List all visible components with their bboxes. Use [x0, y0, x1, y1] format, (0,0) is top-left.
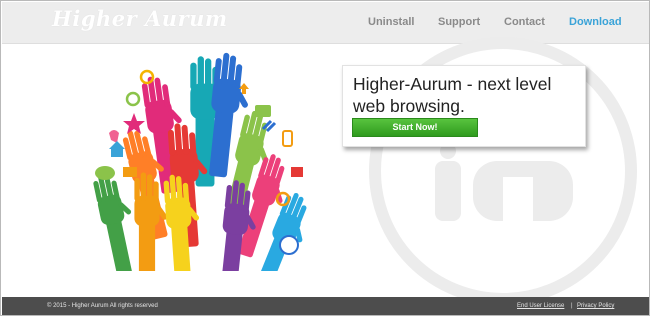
hero-card: Higher-Aurum - next level web browsing. … [342, 65, 586, 147]
footer-link-eula[interactable]: End User License [517, 303, 564, 309]
start-now-button[interactable]: Start Now! [352, 118, 478, 137]
footer-link-privacy[interactable]: Privacy Policy [577, 303, 614, 309]
phone-icon [282, 130, 293, 147]
copyright-text: © 2015 - Higher Aurum All rights reserve… [47, 303, 158, 309]
nav-support[interactable]: Support [438, 16, 480, 28]
hand-yellow [163, 173, 205, 271]
globe-icon [279, 235, 299, 255]
home-icon [109, 141, 125, 157]
site-footer: © 2015 - Higher Aurum All rights reserve… [2, 297, 649, 315]
chat-icon [95, 166, 115, 180]
footer-separator: | [571, 303, 573, 309]
zoom-icon [125, 91, 141, 107]
site-logo[interactable]: Higher Aurum [52, 6, 228, 31]
nav-contact[interactable]: Contact [504, 16, 545, 28]
clip-icon [109, 130, 119, 143]
rss-icon [291, 167, 303, 177]
nav-uninstall[interactable]: Uninstall [368, 16, 414, 28]
hands-illustration [91, 51, 319, 271]
star-icon [123, 113, 145, 134]
mail-icon [123, 167, 137, 177]
speech-icon [255, 105, 271, 117]
page-frame: Higher Aurum Uninstall Support Contact D… [0, 0, 650, 316]
nav-download[interactable]: Download [569, 16, 622, 28]
hero-headline: Higher-Aurum - next level web browsing. [353, 74, 552, 116]
